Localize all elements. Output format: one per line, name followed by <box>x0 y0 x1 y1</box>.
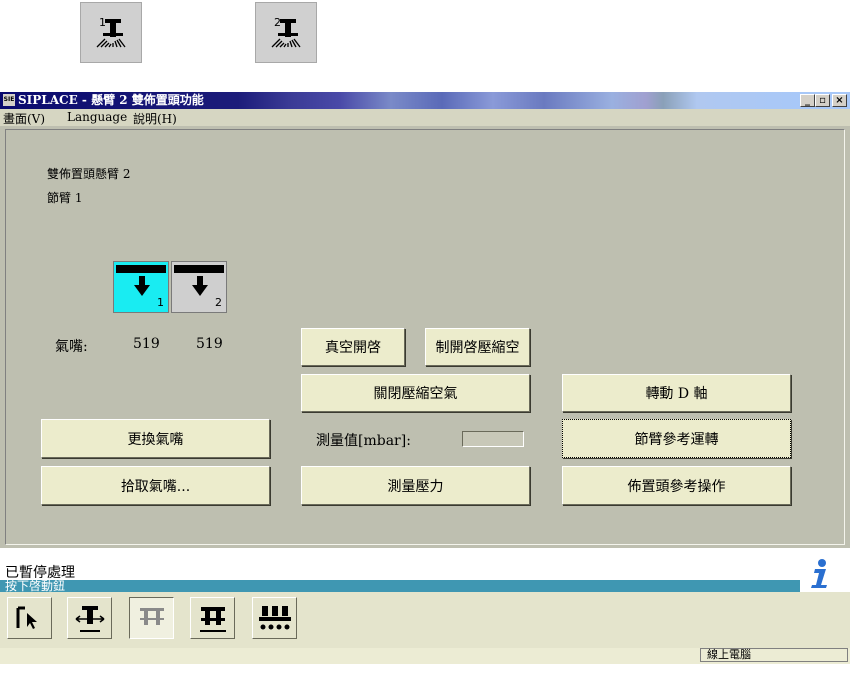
single-head-tool-button[interactable] <box>67 597 112 639</box>
double-head-dim-icon <box>139 608 164 625</box>
close-compressed-air-button[interactable]: 關閉壓縮空氣 <box>301 374 530 412</box>
nozzle-1-number: 1 <box>157 296 164 309</box>
status-prompt: 按下啓動鈕 <box>5 579 66 593</box>
measure-value-label: 測量值[mbar]: <box>316 433 411 449</box>
nozzle-1-value: 519 <box>133 336 160 352</box>
pick-nozzle-button[interactable]: 拾取氣嘴... <box>41 466 270 505</box>
down-arrow-icon <box>134 276 150 296</box>
nozzle-2-number: 2 <box>215 296 222 309</box>
gantry-2-head-icon: 2 <box>271 16 301 47</box>
restore-button[interactable]: ▫ <box>815 94 830 107</box>
segment-info-label: 節臂 1 <box>47 191 83 205</box>
gantry-2-button[interactable]: 2 <box>255 2 317 63</box>
nozzle-1-selector[interactable]: 1 <box>113 261 169 313</box>
menu-bar: 畫面(V) Language 說明(H) <box>0 109 850 126</box>
main-window: SIE SIPLACE - 懸臂 2 雙佈置頭功能 _ ▫ × 畫面(V) La… <box>0 92 850 548</box>
gantry-info-label: 雙佈置頭懸臂 2 <box>47 167 131 181</box>
measure-pressure-button[interactable]: 測量壓力 <box>301 466 530 505</box>
double-head-icon <box>199 607 226 632</box>
svg-text:2: 2 <box>274 16 281 29</box>
select-tool-button[interactable] <box>7 597 52 639</box>
menu-language[interactable]: Language <box>67 110 127 124</box>
change-nozzle-button[interactable]: 更換氣嘴 <box>41 419 270 458</box>
menu-help[interactable]: 說明(H) <box>133 110 177 127</box>
app-icon: SIE <box>3 94 15 106</box>
multi-head-conveyor-icon <box>258 606 291 630</box>
multi-head-tool-button[interactable] <box>252 597 297 639</box>
menu-view[interactable]: 畫面(V) <box>3 110 45 127</box>
window-title: SIPLACE - 懸臂 2 雙佈置頭功能 <box>18 93 204 107</box>
segment-reference-run-button[interactable]: 節臂參考運轉 <box>562 419 791 458</box>
online-pc-indicator: 線上電腦 <box>700 648 848 662</box>
down-arrow-icon <box>192 276 208 296</box>
double-head-tool-button[interactable] <box>190 597 235 639</box>
minimize-button[interactable]: _ <box>800 94 815 107</box>
gantry-1-button[interactable]: 1 <box>80 2 142 63</box>
vacuum-on-button[interactable]: 真空開啓 <box>301 328 405 366</box>
compressed-air-control-button[interactable]: 制開啓壓縮空 <box>425 328 530 366</box>
gantry-1-head-icon: 1 <box>96 16 126 47</box>
head-reference-operation-button[interactable]: 佈置頭參考操作 <box>562 466 791 505</box>
double-head-dim-tool-button[interactable] <box>129 597 174 639</box>
measure-value-field <box>462 431 524 447</box>
nozzle-2-value: 519 <box>196 336 223 352</box>
single-head-icon <box>75 606 104 632</box>
svg-text:1: 1 <box>99 16 106 29</box>
bottom-toolbar <box>0 592 850 648</box>
info-icon[interactable] <box>806 558 832 588</box>
title-bar[interactable]: SIE SIPLACE - 懸臂 2 雙佈置頭功能 _ ▫ × <box>0 92 850 109</box>
nozzle-label: 氣嘴: <box>55 339 88 355</box>
nozzle-2-selector[interactable]: 2 <box>171 261 227 313</box>
pointer-select-icon <box>16 606 37 629</box>
close-button[interactable]: × <box>832 94 847 107</box>
status-prompt-bar: 按下啓動鈕 <box>0 580 800 592</box>
rotate-d-axis-button[interactable]: 轉動 D 軸 <box>562 374 791 412</box>
bottom-status-strip: 線上電腦 <box>0 648 850 664</box>
status-area: 已暫停處理 按下啓動鈕 線上電腦 <box>0 548 850 686</box>
